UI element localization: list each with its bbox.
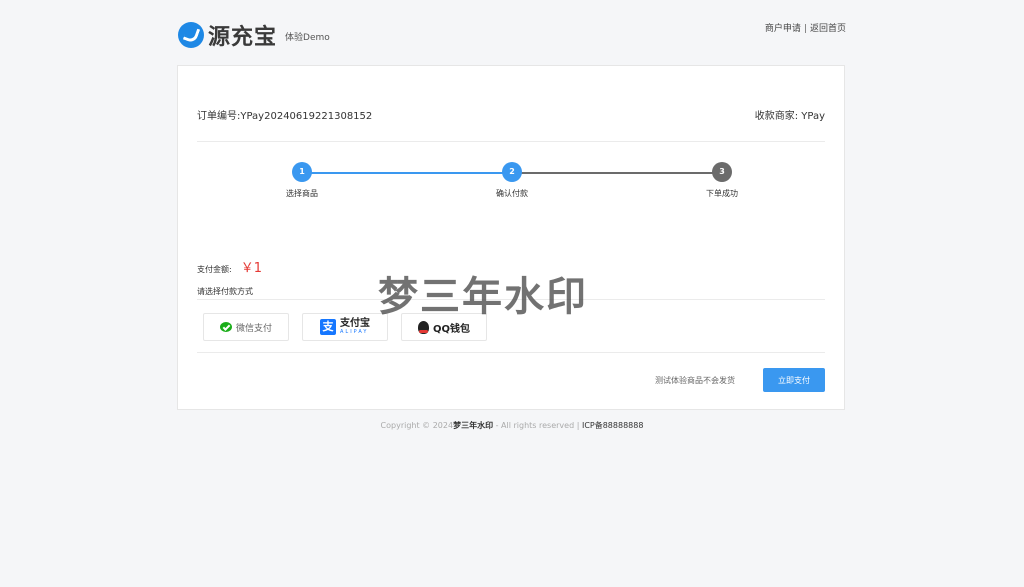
step-2-label: 确认付款: [496, 189, 528, 198]
amount-row: 支付金额: ￥1: [197, 257, 262, 277]
pay-now-button[interactable]: 立即支付: [763, 368, 825, 392]
step-3-dot: 3: [712, 162, 732, 182]
test-notice: 测试体验商品不会发货: [655, 376, 735, 385]
logo-text: 源充宝: [208, 25, 278, 50]
step-1: 1 选择商品: [262, 162, 342, 199]
progress-steps: 1 选择商品 2 确认付款 3 下单成功: [197, 162, 825, 206]
alipay-button[interactable]: 支 支付宝 ALIPAY: [302, 313, 388, 341]
order-info-row: 订单编号:YPay20240619221308152 收款商家: YPay: [197, 107, 825, 123]
alipay-icon: 支: [320, 319, 336, 335]
divider: [197, 352, 825, 353]
step-1-label: 选择商品: [286, 189, 318, 198]
action-row: 测试体验商品不会发货 立即支付: [197, 368, 825, 392]
copyright-rights: - All rights reserved |: [493, 421, 582, 430]
step-1-dot: 1: [292, 162, 312, 182]
divider: [197, 299, 825, 300]
alipay-logo-text: 支付宝 ALIPAY: [340, 319, 370, 335]
copyright-prefix: Copyright © 2024: [380, 421, 454, 430]
step-3-label: 下单成功: [706, 189, 738, 198]
divider: [197, 141, 825, 142]
copyright-brand: 梦三年水印: [453, 421, 494, 430]
step-2: 2 确认付款: [472, 162, 552, 199]
logo-icon: [178, 22, 204, 48]
qq-penguin-icon: [417, 320, 429, 334]
alipay-label: 支付宝: [340, 318, 370, 329]
amount-value: ￥1: [240, 261, 262, 276]
step-2-dot: 2: [502, 162, 522, 182]
header: 源充宝 体验Demo 商户申请 | 返回首页: [178, 18, 846, 54]
wechat-pay-label: 微信支付: [235, 323, 272, 334]
qq-wallet-button[interactable]: QQ钱包: [401, 313, 487, 341]
back-home-link[interactable]: 返回首页: [810, 24, 846, 34]
qq-wallet-label: QQ钱包: [432, 323, 470, 335]
step-3: 3 下单成功: [682, 162, 762, 199]
link-separator: |: [803, 24, 807, 34]
alipay-label-en: ALIPAY: [340, 329, 369, 335]
wechat-pay-button[interactable]: 微信支付: [203, 313, 289, 341]
merchant-name: 收款商家: YPay: [754, 111, 825, 122]
amount-label: 支付金额:: [197, 265, 232, 274]
merchant-apply-link[interactable]: 商户申请: [765, 24, 801, 34]
order-number: 订单编号:YPay20240619221308152: [197, 111, 373, 122]
logo[interactable]: 源充宝 体验Demo: [178, 20, 330, 50]
wechat-icon: [219, 322, 232, 332]
copyright: Copyright © 2024梦三年水印 - All rights reser…: [0, 420, 1024, 431]
payment-methods: 微信支付 支 支付宝 ALIPAY QQ钱包: [203, 313, 500, 341]
top-links: 商户申请 | 返回首页: [765, 21, 846, 34]
icp-number[interactable]: ICP备88888888: [582, 421, 644, 430]
logo-subtitle: 体验Demo: [285, 32, 330, 43]
order-card: 订单编号:YPay20240619221308152 收款商家: YPay 1 …: [177, 65, 845, 410]
payment-method-label: 请选择付款方式: [197, 287, 253, 296]
